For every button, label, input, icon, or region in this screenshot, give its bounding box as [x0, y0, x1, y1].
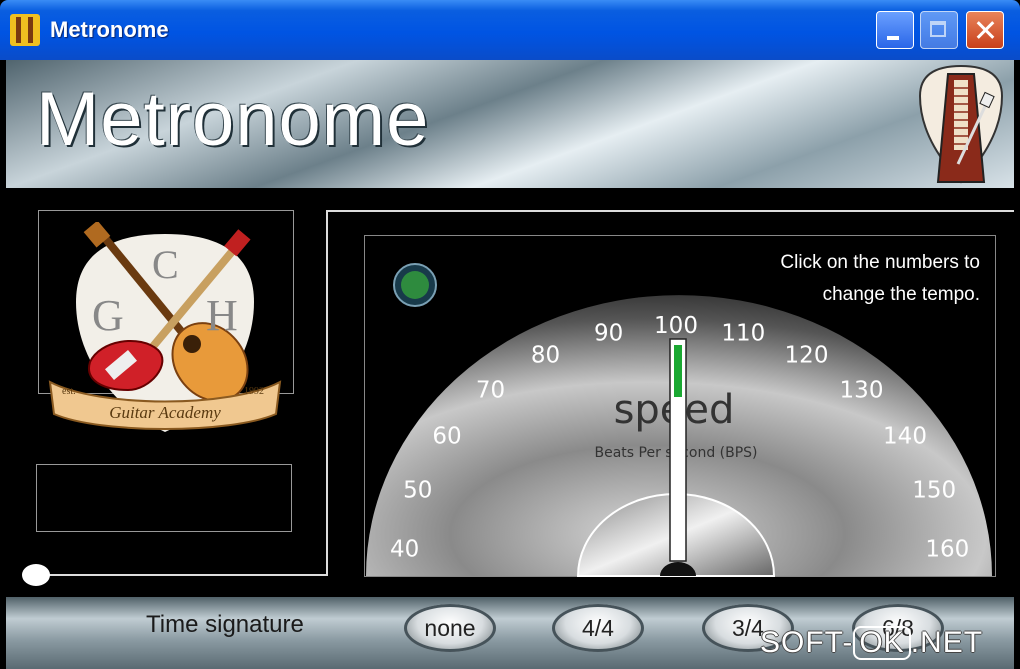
metronome-icon [918, 64, 1004, 184]
logo-ribbon-text: Guitar Academy [109, 403, 221, 422]
instruction-line-2: change the tempo. [822, 284, 980, 305]
tempo-tick-120[interactable]: 120 [785, 342, 829, 368]
logo-letter-g: G [92, 291, 124, 340]
title-bar[interactable]: Metronome [0, 0, 1020, 60]
maximize-button[interactable] [920, 11, 958, 49]
metronome-window: Metronome Metronome G C H Guitar Academy… [0, 0, 1020, 669]
header-banner: Metronome [6, 60, 1014, 188]
time-signature-4-4-button[interactable]: 4/4 [552, 604, 644, 652]
divider-horizontal [46, 574, 328, 576]
tempo-tick-130[interactable]: 130 [840, 378, 884, 404]
tempo-instructions: Click on the numbers to change the tempo… [700, 247, 980, 311]
logo-year: 1992 [244, 386, 264, 397]
tempo-tick-60[interactable]: 60 [432, 424, 461, 450]
logo-est: est. [62, 386, 76, 397]
tempo-tick-90[interactable]: 90 [594, 321, 623, 347]
tempo-tick-70[interactable]: 70 [476, 378, 505, 404]
tempo-tick-50[interactable]: 50 [403, 478, 432, 504]
close-button[interactable] [966, 11, 1004, 49]
tempo-tick-100[interactable]: 100 [654, 313, 698, 339]
watermark-mid: OK [853, 626, 911, 660]
tempo-tick-80[interactable]: 80 [531, 342, 560, 368]
tempo-needle-fill [674, 345, 682, 397]
tempo-tick-40[interactable]: 40 [390, 536, 419, 562]
divider-vertical [326, 210, 328, 576]
minimize-button[interactable] [876, 11, 914, 49]
slider-knob[interactable] [22, 564, 50, 586]
tempo-tick-160[interactable]: 160 [925, 536, 969, 562]
tempo-tick-110[interactable]: 110 [721, 321, 765, 347]
instruction-line-1: Click on the numbers to [780, 252, 980, 273]
watermark-post: .NET [910, 626, 984, 659]
time-signature-none-button[interactable]: none [404, 604, 496, 652]
tempo-tick-140[interactable]: 140 [883, 424, 927, 450]
header-title: Metronome [36, 77, 430, 162]
beat-display [36, 464, 292, 532]
time-signature-label: Time signature [146, 611, 304, 638]
guitar-academy-logo: G C H Guitar Academy est. 1992 [48, 222, 282, 432]
watermark: SOFT- OK .NET [760, 626, 983, 660]
app-icon [10, 14, 40, 46]
watermark-pre: SOFT- [760, 626, 854, 659]
tempo-tick-150[interactable]: 150 [912, 478, 956, 504]
beat-indicator-light [393, 263, 437, 307]
logo-letter-c: C [152, 242, 179, 287]
window-title: Metronome [50, 17, 169, 42]
divider-top [328, 210, 1014, 212]
logo-letter-h: H [206, 291, 238, 340]
